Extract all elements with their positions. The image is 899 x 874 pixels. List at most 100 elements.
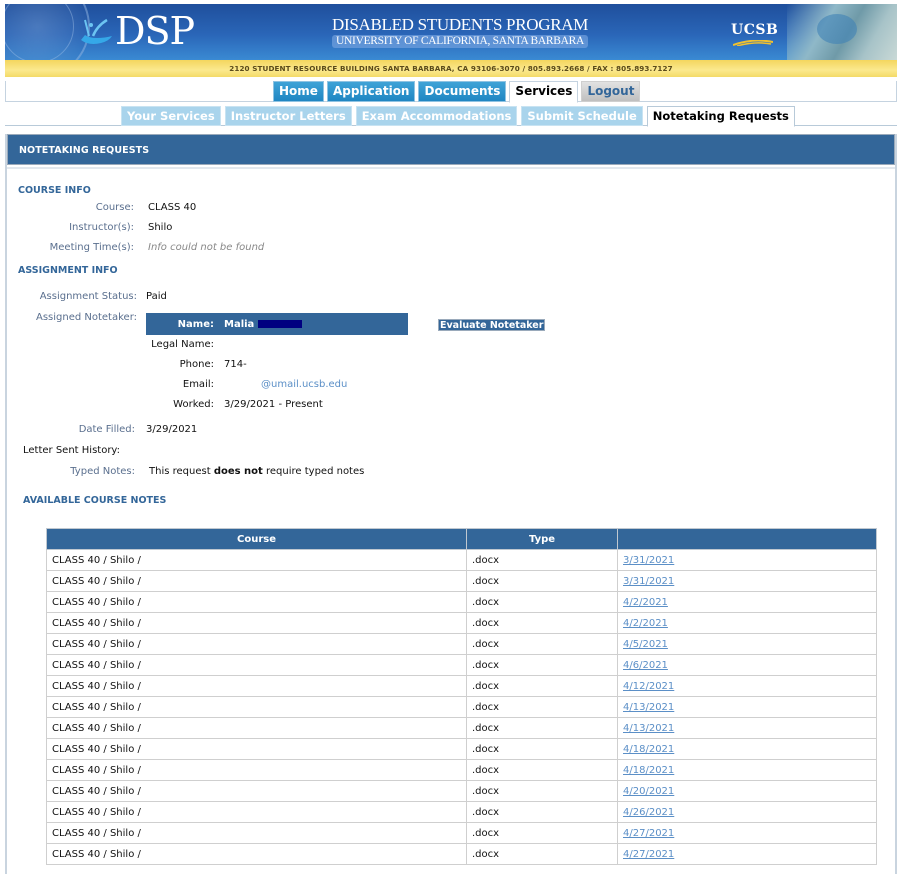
cell-type: .docx <box>466 717 618 739</box>
notetaker-name-value: Malia <box>224 319 303 330</box>
note-download-link[interactable]: 4/18/2021 <box>623 765 674 776</box>
coastline-photo <box>787 4 897 60</box>
tab-home[interactable]: Home <box>273 81 324 102</box>
subtab-submit-schedule[interactable]: Submit Schedule <box>521 106 643 126</box>
note-download-link[interactable]: 4/27/2021 <box>623 849 674 860</box>
note-download-link[interactable]: 4/27/2021 <box>623 828 674 839</box>
cell-course: CLASS 40 / Shilo / <box>46 822 467 844</box>
note-download-link[interactable]: 4/13/2021 <box>623 702 674 713</box>
university-name: UNIVERSITY OF CALIFORNIA, SANTA BARBARA <box>332 35 589 48</box>
note-download-link[interactable]: 4/20/2021 <box>623 786 674 797</box>
cell-date: 4/27/2021 <box>617 843 877 865</box>
subtab-instructor-letters[interactable]: Instructor Letters <box>224 106 352 126</box>
cell-date: 4/13/2021 <box>617 696 877 718</box>
date-filled-value: 3/29/2021 <box>146 424 198 435</box>
subtab-your-services[interactable]: Your Services <box>121 106 221 126</box>
notetaker-name-label: Name: <box>177 319 214 330</box>
ucsb-logo: UCSB <box>731 22 779 38</box>
evaluate-notetaker-button[interactable]: Evaluate Notetaker <box>438 319 546 331</box>
main-navigation: Home Application Documents Services Logo… <box>5 81 897 103</box>
typed-notes-emphasis: does not <box>213 466 263 477</box>
note-download-link[interactable]: 4/26/2021 <box>623 807 674 818</box>
cell-course: CLASS 40 / Shilo / <box>46 696 467 718</box>
cell-course: CLASS 40 / Shilo / <box>46 591 467 613</box>
course-info-title: COURSE INFO <box>18 185 91 196</box>
email-link[interactable]: @umail.ucsb.edu <box>261 379 347 390</box>
cell-type: .docx <box>466 654 618 676</box>
note-download-link[interactable]: 3/31/2021 <box>623 576 674 587</box>
subtab-exam-accommodations[interactable]: Exam Accommodations <box>355 106 518 126</box>
university-seal-icon <box>5 4 90 60</box>
cell-course: CLASS 40 / Shilo / <box>46 780 467 802</box>
table-row: CLASS 40 / Shilo / .docx 4/2/2021 <box>46 591 877 613</box>
cell-date: 4/27/2021 <box>617 822 877 844</box>
assigned-notetaker-label: Assigned Notetaker: <box>35 312 137 323</box>
redacted-last-name <box>258 320 303 328</box>
assignment-info-title: ASSIGNMENT INFO <box>18 265 118 276</box>
tab-application[interactable]: Application <box>326 81 416 102</box>
table-row: CLASS 40 / Shilo / .docx 4/20/2021 <box>46 780 877 802</box>
table-row: CLASS 40 / Shilo / .docx 4/2/2021 <box>46 612 877 634</box>
typed-notes-suffix: require typed notes <box>262 466 365 477</box>
cell-type: .docx <box>466 549 618 571</box>
meeting-time-value: Info could not be found <box>148 242 265 253</box>
course-label: Course: <box>95 202 134 213</box>
dsp-logo[interactable]: DSP <box>115 10 195 52</box>
table-row: CLASS 40 / Shilo / .docx 4/13/2021 <box>46 717 877 739</box>
worked-label: Worked: <box>173 399 214 410</box>
note-download-link[interactable]: 4/2/2021 <box>623 597 668 608</box>
phone-value: 714- <box>224 359 247 370</box>
cell-type: .docx <box>466 801 618 823</box>
worked-value: 3/29/2021 - Present <box>224 399 323 410</box>
cell-date: 4/26/2021 <box>617 801 877 823</box>
course-value: CLASS 40 <box>148 202 197 213</box>
date-filled-label: Date Filled: <box>78 424 135 435</box>
cell-type: .docx <box>466 633 618 655</box>
note-download-link[interactable]: 4/5/2021 <box>623 639 668 650</box>
cell-date: 4/6/2021 <box>617 654 877 676</box>
cell-date: 4/2/2021 <box>617 612 877 634</box>
table-row: CLASS 40 / Shilo / .docx 4/27/2021 <box>46 843 877 865</box>
notetaker-first-name: Malia <box>224 319 255 330</box>
tab-logout[interactable]: Logout <box>581 81 641 102</box>
note-download-link[interactable]: 3/31/2021 <box>623 555 674 566</box>
column-header-type[interactable]: Type <box>466 528 618 550</box>
note-download-link[interactable]: 4/12/2021 <box>623 681 674 692</box>
cell-type: .docx <box>466 612 618 634</box>
table-row: CLASS 40 / Shilo / .docx 4/13/2021 <box>46 696 877 718</box>
subtab-notetaking-requests[interactable]: Notetaking Requests <box>646 106 795 127</box>
ucsb-swoosh-icon <box>733 40 773 46</box>
typed-notes-prefix: This request <box>149 466 214 477</box>
note-download-link[interactable]: 4/6/2021 <box>623 660 668 671</box>
note-download-link[interactable]: 4/13/2021 <box>623 723 674 734</box>
meeting-time-label: Meeting Time(s): <box>49 242 134 253</box>
cell-course: CLASS 40 / Shilo / <box>46 759 467 781</box>
cell-course: CLASS 40 / Shilo / <box>46 843 467 865</box>
table-row: CLASS 40 / Shilo / .docx 4/26/2021 <box>46 801 877 823</box>
instructor-value: Shilo <box>148 222 173 233</box>
cell-course: CLASS 40 / Shilo / <box>46 612 467 634</box>
cell-type: .docx <box>466 591 618 613</box>
note-download-link[interactable]: 4/18/2021 <box>623 744 674 755</box>
cell-type: .docx <box>466 570 618 592</box>
email-label: Email: <box>182 379 214 390</box>
cell-course: CLASS 40 / Shilo / <box>46 738 467 760</box>
table-row: CLASS 40 / Shilo / .docx 4/18/2021 <box>46 759 877 781</box>
column-header-course[interactable]: Course <box>46 528 467 550</box>
tab-services[interactable]: Services <box>509 81 579 103</box>
tab-documents[interactable]: Documents <box>418 81 507 102</box>
table-header-row: Course Type <box>46 528 877 550</box>
cell-type: .docx <box>466 675 618 697</box>
table-row: CLASS 40 / Shilo / .docx 3/31/2021 <box>46 570 877 592</box>
address-bar: 2120 STUDENT RESOURCE BUILDING SANTA BAR… <box>5 60 897 77</box>
cell-course: CLASS 40 / Shilo / <box>46 675 467 697</box>
page: DSP DISABLED STUDENTS PROGRAM UNIVERSITY… <box>5 4 897 874</box>
table-row: CLASS 40 / Shilo / .docx 4/12/2021 <box>46 675 877 697</box>
cell-type: .docx <box>466 738 618 760</box>
cell-course: CLASS 40 / Shilo / <box>46 654 467 676</box>
notetaking-panel: NOTETAKING REQUESTS COURSE INFO Course: … <box>5 134 897 874</box>
available-notes-title: AVAILABLE COURSE NOTES <box>23 495 167 506</box>
cell-type: .docx <box>466 822 618 844</box>
phone-label: Phone: <box>179 359 214 370</box>
note-download-link[interactable]: 4/2/2021 <box>623 618 668 629</box>
